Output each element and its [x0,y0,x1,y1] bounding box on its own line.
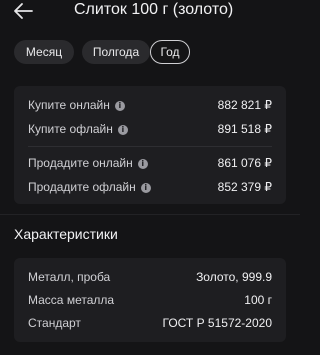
spec-row: Стандарт ГОСТ Р 51572-2020 [28,316,272,334]
buy-online-row: Купите онлайн i 882 821 ₽ [28,98,272,116]
sell-online-text: Продадите онлайн [28,156,133,170]
spec-value: ГОСТ Р 51572-2020 [162,316,273,330]
spec-label: Масса металла [28,293,115,307]
sell-offline-row: Продадите офлайн i 852 379 ₽ [28,180,272,198]
header: Слиток 100 г (золото) [0,0,300,24]
info-icon[interactable]: i [117,125,128,135]
spec-value: 100 г [244,293,272,307]
buy-offline-value: 891 518 ₽ [217,122,272,136]
sell-offline-text: Продадите офлайн [28,180,136,194]
info-icon[interactable]: i [137,159,148,169]
section-divider [0,214,300,215]
buy-online-text: Купите онлайн [28,98,110,112]
price-card: Купите онлайн i 882 821 ₽ Купите офлайн i … [14,86,286,204]
buy-offline-label: Купите офлайн i [28,122,128,136]
buy-online-label: Купите онлайн i [28,98,125,112]
buy-offline-row: Купите офлайн i 891 518 ₽ [28,122,272,140]
tab-month[interactable]: Месяц [14,40,74,64]
sell-online-label: Продадите онлайн i [28,156,148,170]
spec-row: Металл, проба Золото, 999.9 [28,270,272,288]
buy-online-value: 882 821 ₽ [217,98,272,112]
page-title: Слиток 100 г (золото) [74,1,234,18]
info-icon[interactable]: i [114,101,125,111]
spec-value: Золото, 999.9 [196,270,272,284]
info-icon[interactable]: i [140,183,151,193]
spec-row: Масса металла 100 г [28,293,272,311]
spec-label: Стандарт [28,316,81,330]
spec-label: Металл, проба [28,270,111,284]
divider [28,146,272,147]
specs-title: Характеристики [14,226,118,242]
arrow-left-icon[interactable] [12,1,34,21]
sell-offline-value: 852 379 ₽ [217,180,272,194]
sell-offline-label: Продадите офлайн i [28,180,151,194]
specs-card: Металл, проба Золото, 999.9 Масса металл… [14,258,286,342]
tab-year[interactable]: Год [150,40,190,64]
buy-offline-text: Купите офлайн [28,122,113,136]
tab-half-year[interactable]: Полгода [82,40,150,64]
sell-online-row: Продадите онлайн i 861 076 ₽ [28,156,272,174]
sell-online-value: 861 076 ₽ [217,156,272,170]
